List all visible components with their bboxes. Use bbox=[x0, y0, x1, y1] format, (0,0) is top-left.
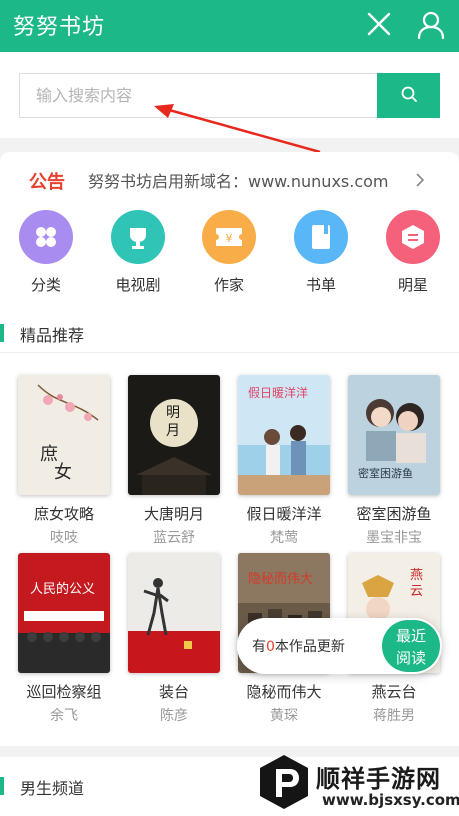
category-item-author[interactable]: ¥ 作家 bbox=[194, 210, 264, 295]
watermark-logo-icon bbox=[260, 755, 308, 809]
category-label: 分类 bbox=[30, 276, 61, 294]
book-author: 梵莺 bbox=[270, 530, 298, 546]
svg-text:假日暖洋洋: 假日暖洋洋 bbox=[248, 385, 308, 400]
category-label: 书单 bbox=[305, 276, 336, 294]
book-author: 黄琛 bbox=[270, 708, 298, 724]
book-cover: 人民的公义 bbox=[18, 553, 110, 673]
book-title: 庶女攻略 bbox=[33, 505, 94, 523]
category-icon bbox=[19, 210, 73, 264]
category-label: 明星 bbox=[397, 276, 428, 294]
category-item-star[interactable]: 明星 bbox=[378, 210, 448, 295]
notice-bar[interactable]: 公告 努努书坊启用新域名：www.nunuxs.com bbox=[0, 152, 459, 206]
book-card[interactable]: 密室困游鱼 密室困游鱼 墨宝非宝 bbox=[348, 375, 440, 547]
update-count: 0 bbox=[266, 639, 275, 655]
book-cover: 明 月 bbox=[128, 375, 220, 495]
book-author: 吱吱 bbox=[50, 530, 78, 546]
book-author: 蓝云舒 bbox=[153, 530, 195, 546]
close-icon[interactable] bbox=[366, 11, 392, 37]
trophy-icon bbox=[111, 210, 165, 264]
recent-reading-button[interactable]: 最近 阅读 bbox=[382, 620, 440, 672]
svg-text:隐秘而伟大: 隐秘而伟大 bbox=[248, 572, 313, 587]
book-title: 假日暖洋洋 bbox=[246, 505, 322, 523]
search-input[interactable] bbox=[19, 73, 377, 118]
book-author: 陈彦 bbox=[160, 708, 188, 724]
star-badge-icon bbox=[386, 210, 440, 264]
notice-tag: 公告 bbox=[29, 172, 65, 193]
book-icon bbox=[294, 210, 348, 264]
watermark-name: 顺祥手游网 bbox=[316, 765, 441, 793]
app-title: 努努书坊 bbox=[13, 15, 106, 40]
section-marker bbox=[0, 777, 4, 795]
book-author: 蒋胜男 bbox=[373, 708, 415, 724]
svg-text:密室困游鱼: 密室困游鱼 bbox=[358, 466, 413, 480]
book-author: 墨宝非宝 bbox=[366, 530, 422, 546]
book-title: 隐秘而伟大 bbox=[246, 683, 322, 701]
watermark-url: www.bjsxsy.com bbox=[322, 791, 459, 809]
svg-text:人民的公义: 人民的公义 bbox=[30, 581, 95, 597]
book-card[interactable]: 庶 女 庶女攻略 吱吱 bbox=[18, 375, 110, 547]
book-card[interactable]: 假日暖洋洋 假日暖洋洋 梵莺 bbox=[238, 375, 330, 547]
book-title: 密室困游鱼 bbox=[356, 505, 432, 523]
svg-text:月: 月 bbox=[166, 423, 180, 439]
category-item-booklist[interactable]: 书单 bbox=[286, 210, 356, 295]
category-item-tv[interactable]: 电视剧 bbox=[103, 210, 173, 295]
book-title: 装台 bbox=[158, 683, 189, 701]
svg-text:云: 云 bbox=[410, 584, 423, 599]
book-title: 巡回检察组 bbox=[26, 683, 102, 701]
category-label: 电视剧 bbox=[115, 276, 161, 294]
svg-text:女: 女 bbox=[54, 462, 72, 483]
book-cover bbox=[128, 553, 220, 673]
divider bbox=[0, 352, 459, 353]
book-cover: 庶 女 bbox=[18, 375, 110, 495]
svg-text:燕: 燕 bbox=[410, 568, 423, 583]
search-area bbox=[0, 52, 459, 138]
featured-header: 精品推荐 bbox=[0, 316, 459, 356]
section-title: 精品推荐 bbox=[20, 326, 85, 345]
update-text: 有0本作品更新 bbox=[252, 639, 345, 655]
book-title: 燕云台 bbox=[371, 683, 417, 701]
book-title: 大唐明月 bbox=[143, 505, 204, 523]
category-label: 作家 bbox=[213, 276, 244, 294]
section-marker bbox=[0, 324, 4, 342]
ticket-icon: ¥ bbox=[202, 210, 256, 264]
book-author: 余飞 bbox=[50, 708, 78, 724]
book-card[interactable]: 人民的公义 巡回检察组 余飞 bbox=[18, 553, 110, 725]
svg-text:明: 明 bbox=[166, 405, 180, 421]
book-cover: 密室困游鱼 bbox=[348, 375, 440, 495]
user-icon[interactable] bbox=[417, 10, 445, 40]
site-watermark: 顺祥手游网 www.bjsxsy.com bbox=[258, 753, 459, 813]
top-bar: 努努书坊 bbox=[0, 0, 459, 52]
notice-text: 努努书坊启用新域名：www.nunuxs.com bbox=[88, 172, 389, 191]
book-card[interactable]: 明 月 大唐明月 蓝云舒 bbox=[128, 375, 220, 547]
svg-text:¥: ¥ bbox=[226, 232, 233, 245]
search-button[interactable] bbox=[377, 73, 440, 118]
category-item-classify[interactable]: 分类 bbox=[11, 210, 81, 295]
book-card[interactable]: 装台 陈彦 bbox=[128, 553, 220, 725]
chevron-right-icon bbox=[416, 173, 425, 187]
book-cover: 假日暖洋洋 bbox=[238, 375, 330, 495]
section-title: 男生频道 bbox=[20, 779, 85, 798]
search-icon bbox=[401, 86, 417, 102]
